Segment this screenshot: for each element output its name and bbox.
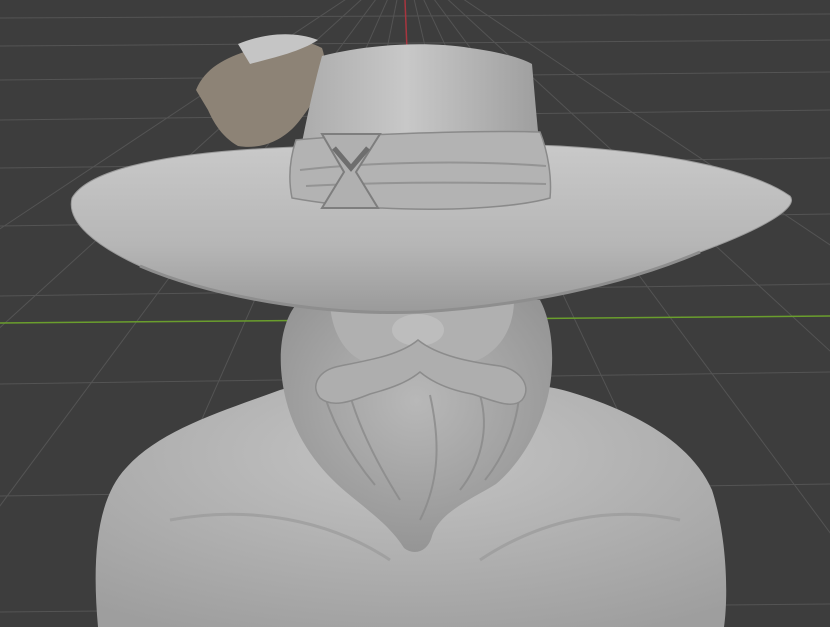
viewport-canvas[interactable] <box>0 0 830 627</box>
3d-viewport[interactable] <box>0 0 830 627</box>
